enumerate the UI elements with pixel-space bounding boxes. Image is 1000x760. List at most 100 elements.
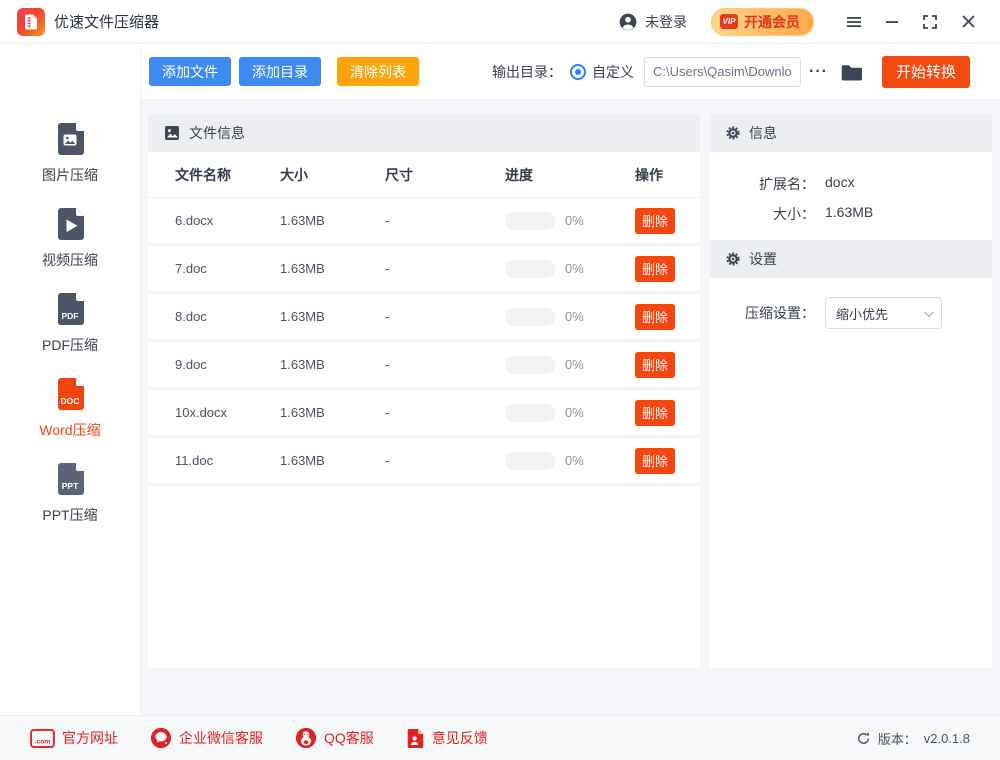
delete-button[interactable]: 删除 (635, 207, 675, 234)
minimize-icon (886, 20, 898, 23)
file-dimension: - (385, 309, 390, 324)
sidebar-item-label: Word压缩 (39, 422, 101, 438)
version-info: 版本： v2.0.1.8 (856, 729, 970, 748)
col-filename: 文件名称 (175, 166, 231, 183)
version-label: 版本： (877, 731, 917, 747)
col-dimension: 尺寸 (385, 166, 413, 183)
compress-setting-label: 压缩设置： (745, 305, 815, 321)
settings-title: 设置 (749, 251, 777, 267)
ppt-badge-text: PPT (62, 481, 79, 491)
table-row: 6.docx 1.63MB - 0% 删除 (148, 198, 700, 246)
footer-link-label: 企业微信客服 (179, 730, 263, 746)
open-vip-button[interactable]: VIP 开通会员 (711, 7, 814, 36)
file-dimension: - (385, 261, 390, 276)
vip-button-label: 开通会员 (744, 13, 800, 30)
custom-radio[interactable] (570, 63, 587, 80)
table-row: 7.doc 1.63MB - 0% 删除 (148, 246, 700, 294)
sidebar-item-image-compress[interactable]: 图片压缩 (42, 120, 98, 185)
official-site-link[interactable]: .com 官方网址 (30, 728, 118, 748)
progress-percent: 0% (565, 309, 584, 324)
col-progress: 进度 (505, 166, 533, 183)
file-name: 7.doc (175, 261, 207, 276)
maximize-button[interactable] (916, 8, 944, 36)
vip-icon: VIP (720, 14, 738, 29)
delete-button[interactable]: 删除 (635, 447, 675, 474)
footer-bar: .com 官方网址 企业微信客服 QQ客服 意见反馈 版本： v2.0.1.8 (0, 715, 1000, 760)
start-convert-button[interactable]: 开始转换 (882, 55, 970, 88)
sidebar-item-pdf-compress[interactable]: PDF PDF压缩 (42, 290, 98, 355)
file-info-title: 文件信息 (189, 125, 245, 141)
minimize-button[interactable] (878, 8, 906, 36)
progress-bar (505, 355, 555, 374)
info-body: 扩展名： docx 大小： 1.63MB (710, 152, 992, 240)
col-action: 操作 (635, 166, 663, 183)
file-name: 10x.docx (175, 405, 228, 420)
video-file-icon (58, 208, 84, 240)
file-info-panel: 文件信息 文件名称 大小 尺寸 进度 操作 6.docx 1.63MB - 0%… (148, 114, 700, 668)
login-status[interactable]: 未登录 (618, 12, 687, 32)
file-dimension: - (385, 405, 390, 420)
file-size: 1.63MB (280, 213, 325, 228)
website-icon: .com (30, 728, 55, 748)
pdf-badge-text: PDF (62, 311, 79, 321)
folder-icon (841, 64, 862, 80)
progress-percent: 0% (565, 453, 584, 468)
add-directory-button[interactable]: 添加目录 (239, 57, 321, 86)
compress-setting-select[interactable]: 缩小优先 (825, 297, 942, 329)
ppt-file-icon: PPT (57, 463, 84, 495)
file-dimension: - (385, 213, 390, 228)
ext-label: 扩展名： (759, 176, 815, 192)
delete-button[interactable]: 删除 (635, 255, 675, 282)
footer-link-label: 意见反馈 (431, 730, 488, 746)
file-size: 1.63MB (280, 405, 325, 420)
sidebar-item-video-compress[interactable]: 视频压缩 (42, 205, 98, 270)
browse-more-button[interactable]: ··· (801, 63, 836, 81)
file-size: 1.63MB (280, 261, 325, 276)
footer-link-label: QQ客服 (324, 730, 374, 746)
title-bar: 优速文件压缩器 未登录 VIP 开通会员 (0, 0, 1000, 44)
sidebar-item-word-compress[interactable]: DOC Word压缩 (39, 375, 101, 440)
wecom-support-link[interactable]: 企业微信客服 (150, 727, 263, 749)
table-row: 11.doc 1.63MB - 0% 删除 (148, 438, 700, 486)
output-path-input[interactable] (644, 56, 802, 87)
sidebar-item-label: 视频压缩 (42, 252, 98, 268)
refresh-icon (857, 731, 869, 744)
feedback-link[interactable]: 意见反馈 (406, 728, 488, 749)
open-folder-button[interactable] (836, 63, 866, 81)
pdf-file-icon: PDF (58, 293, 84, 325)
file-name: 9.doc (175, 357, 207, 372)
size-label: 大小： (773, 206, 815, 222)
toolbar: 添加文件 添加目录 清除列表 输出目录： 自定义 ··· 开始转换 (141, 44, 1000, 100)
info-title: 信息 (749, 125, 777, 141)
file-size: 1.63MB (280, 453, 325, 468)
delete-button[interactable]: 删除 (635, 399, 675, 426)
file-size: 1.63MB (280, 309, 325, 324)
add-file-button[interactable]: 添加文件 (149, 57, 231, 86)
wechat-support-icon (150, 727, 172, 749)
close-icon (961, 15, 975, 28)
doc-file-icon: DOC (57, 378, 84, 410)
file-name: 11.doc (175, 453, 214, 468)
file-info-header: 文件信息 (148, 114, 700, 152)
menu-button[interactable] (840, 8, 868, 36)
progress-percent: 0% (565, 261, 584, 276)
delete-button[interactable]: 删除 (635, 303, 675, 330)
feedback-icon (407, 728, 424, 748)
qq-support-link[interactable]: QQ客服 (295, 727, 374, 749)
app-window: 优速文件压缩器 未登录 VIP 开通会员 图片压缩 视频压缩 PDF PDF压缩… (0, 0, 1000, 760)
version-value: v2.0.1.8 (923, 730, 970, 746)
app-title: 优速文件压缩器 (54, 14, 160, 31)
clear-list-button[interactable]: 清除列表 (337, 57, 419, 86)
side-panel: 信息 扩展名： docx 大小： 1.63MB 设置 压缩设置： 缩小优先 (710, 114, 992, 668)
close-button[interactable] (954, 8, 982, 36)
gear-icon (726, 252, 740, 266)
delete-button[interactable]: 删除 (635, 351, 675, 378)
table-header: 文件名称 大小 尺寸 进度 操作 (148, 152, 700, 198)
ext-value: docx (825, 174, 855, 190)
output-dir-label: 输出目录： (492, 63, 563, 80)
qq-icon (295, 727, 317, 749)
sidebar-item-ppt-compress[interactable]: PPT PPT压缩 (42, 460, 98, 525)
chevron-down-icon (923, 306, 934, 317)
image-file-icon (58, 123, 84, 155)
sidebar-item-label: PPT压缩 (42, 507, 98, 523)
